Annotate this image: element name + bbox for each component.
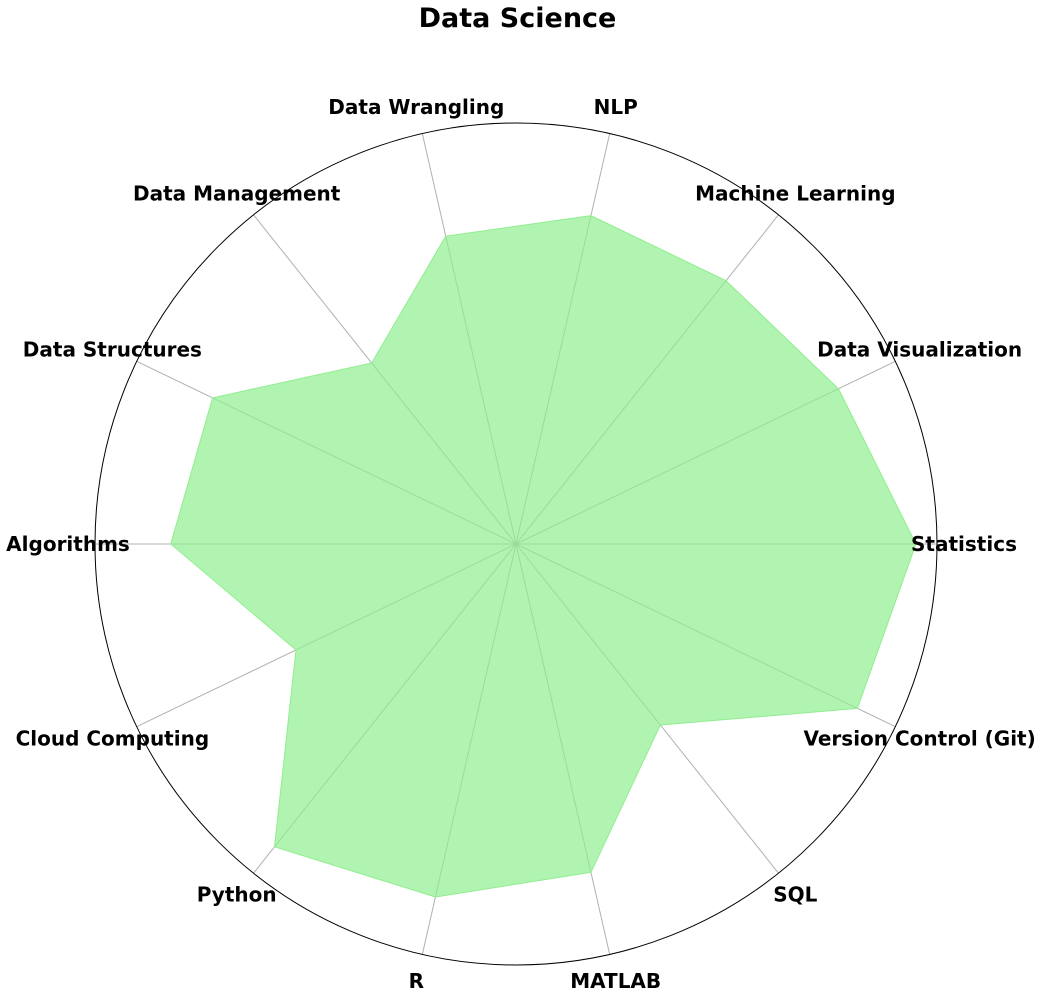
axis-label-sql: SQL <box>773 882 817 906</box>
axis-label-data-structures: Data Structures <box>23 338 202 362</box>
axis-label-algorithms: Algorithms <box>6 532 130 556</box>
axis-label-cloud-computing: Cloud Computing <box>16 726 210 750</box>
radar-chart: Statistics Data Visualization Machine Lear… <box>6 95 1036 993</box>
axis-label-data-management: Data Management <box>133 182 341 206</box>
axis-label-data-visualization: Data Visualization <box>817 338 1022 362</box>
axis-label-matlab: MATLAB <box>570 969 661 993</box>
axis-label-python: Python <box>197 882 277 906</box>
axis-label-statistics: Statistics <box>911 532 1017 556</box>
axis-label-r: R <box>409 969 424 993</box>
axis-label-data-wrangling: Data Wrangling <box>328 95 504 119</box>
data-area <box>170 215 917 898</box>
axis-label-nlp: NLP <box>594 95 638 119</box>
axis-label-machine-learning: Machine Learning <box>695 182 895 206</box>
axis-label-version-control-git: Version Control (Git) <box>803 726 1035 750</box>
